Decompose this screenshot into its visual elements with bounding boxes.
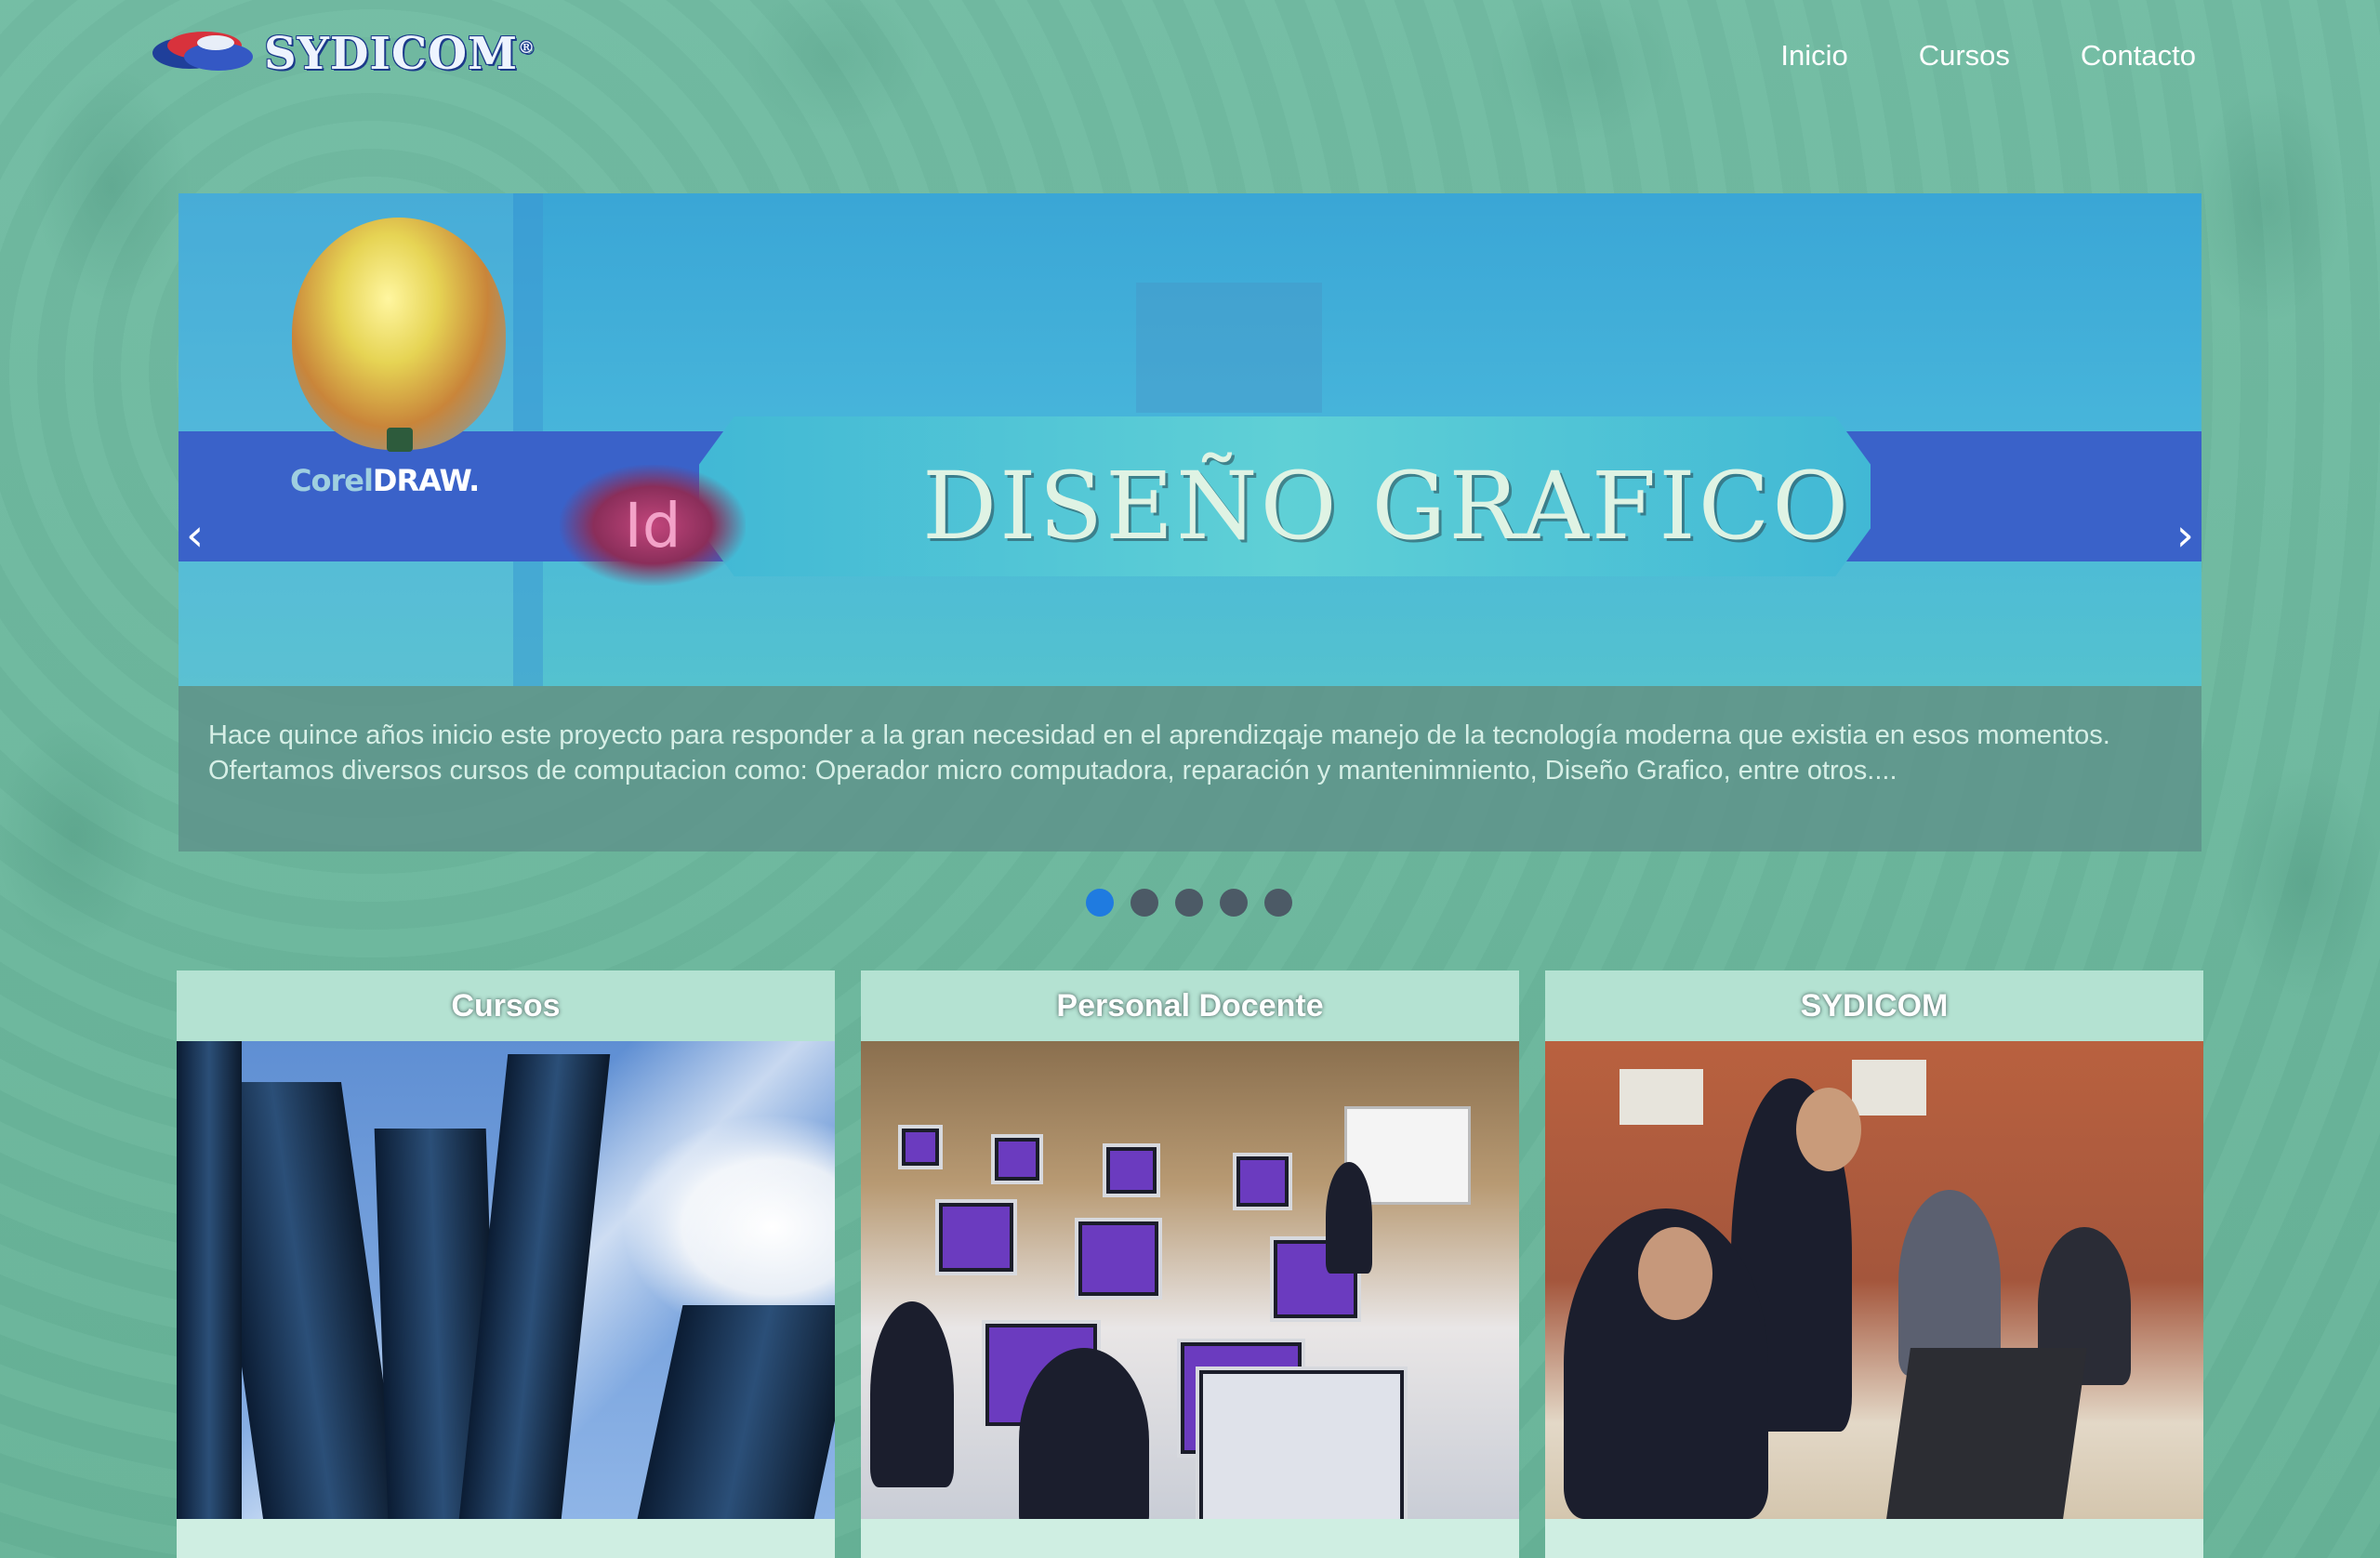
- classroom-image: [861, 1041, 1519, 1519]
- logo-text: SYDICOM®: [264, 28, 536, 80]
- coreldraw-balloon-icon: [292, 218, 506, 450]
- coreldraw-logo: CorelDRAW.: [290, 463, 480, 498]
- main-nav: Inicio Cursos Contacto: [1780, 39, 2196, 73]
- card-sydicom[interactable]: SYDICOM: [1545, 970, 2203, 1558]
- carousel-indicators: [1086, 889, 1292, 917]
- slide-title: DISEÑO GRAFICO: [922, 452, 1852, 561]
- carousel-dot-3[interactable]: [1175, 889, 1203, 917]
- card-text: [177, 1519, 835, 1558]
- nav-item-inicio[interactable]: Inicio: [1780, 39, 1847, 73]
- nav-item-contacto[interactable]: Contacto: [2081, 39, 2196, 73]
- students-image: [1545, 1041, 2203, 1519]
- hero-carousel: CorelDRAW. Id DISEÑO GRAFICO Hace quince…: [178, 193, 2202, 852]
- card-text: [1545, 1519, 2203, 1558]
- indesign-icon: Id: [560, 465, 746, 586]
- chevron-left-icon[interactable]: ‹: [186, 509, 204, 561]
- card-title: Cursos: [177, 970, 835, 1041]
- nav-item-cursos[interactable]: Cursos: [1919, 39, 2010, 73]
- card-title: Personal Docente: [861, 970, 1519, 1041]
- carousel-dot-1[interactable]: [1086, 889, 1114, 917]
- slide-band-top: [1136, 283, 1322, 413]
- card-text: [861, 1519, 1519, 1558]
- carousel-dot-2[interactable]: [1130, 889, 1158, 917]
- carousel-caption: Hace quince años inicio este proyecto pa…: [178, 686, 2202, 852]
- card-cursos[interactable]: Cursos: [177, 970, 835, 1558]
- logo-icon: [152, 26, 255, 82]
- carousel-slide: CorelDRAW. Id DISEÑO GRAFICO: [178, 193, 2202, 686]
- chevron-right-icon[interactable]: ›: [2176, 509, 2194, 561]
- carousel-dot-5[interactable]: [1264, 889, 1292, 917]
- carousel-dot-4[interactable]: [1220, 889, 1248, 917]
- card-personal-docente[interactable]: Personal Docente: [861, 970, 1519, 1558]
- buildings-image: [177, 1041, 835, 1519]
- site-logo[interactable]: SYDICOM®: [152, 24, 536, 84]
- balloon-basket-icon: [387, 428, 413, 452]
- site-header: SYDICOM® Inicio Cursos Contacto: [0, 0, 2380, 121]
- card-title: SYDICOM: [1545, 970, 2203, 1041]
